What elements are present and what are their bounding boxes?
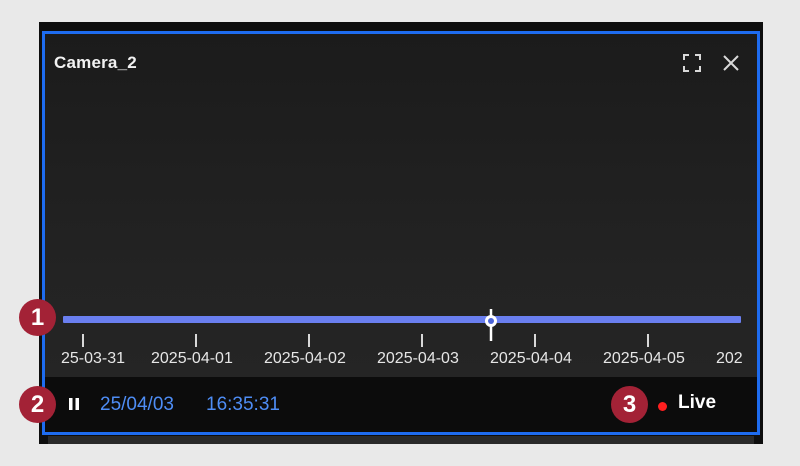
camera-panel[interactable]: Camera_2 25-03-31 2025-04-01 2025-04-02 … <box>42 31 760 435</box>
live-button[interactable]: Live <box>678 392 716 414</box>
timeline-tick-label: 2025-04-03 <box>377 350 459 367</box>
close-icon[interactable] <box>721 53 741 73</box>
timeline-tick-label: 2025-04-01 <box>151 350 233 367</box>
timeline-tick <box>421 334 423 347</box>
timeline-tick-label: 2025-04-05 <box>603 350 685 367</box>
callout-badge-3: 3 <box>611 386 648 423</box>
timeline-tick <box>195 334 197 347</box>
timeline-tick <box>647 334 649 347</box>
timeline-tick <box>534 334 536 347</box>
fullscreen-icon[interactable] <box>682 53 702 73</box>
camera-title: Camera_2 <box>54 53 137 72</box>
timeline-tick-label: 25-03-31 <box>61 350 126 367</box>
live-indicator-dot <box>658 402 667 411</box>
playhead-handle[interactable] <box>482 307 500 343</box>
callout-badge-1: 1 <box>19 299 56 336</box>
playback-date: 25/04/03 <box>100 394 174 415</box>
timeline-tick-label: 2025-04-04 <box>490 350 572 367</box>
timeline-tick <box>308 334 310 347</box>
playback-time: 16:35:31 <box>206 394 280 415</box>
timeline-tick-label: 202 <box>716 350 743 367</box>
player-bottom-strip <box>48 436 754 444</box>
timeline-scrubber[interactable]: 25-03-31 2025-04-01 2025-04-02 2025-04-0… <box>45 304 757 367</box>
playback-controls: 25/04/03 16:35:31 Live <box>45 377 757 432</box>
timeline-track[interactable] <box>63 316 741 323</box>
callout-badge-2: 2 <box>19 386 56 423</box>
timeline-tick-label: 2025-04-02 <box>264 350 346 367</box>
timeline-tick <box>82 334 84 347</box>
pause-icon[interactable] <box>66 396 82 412</box>
